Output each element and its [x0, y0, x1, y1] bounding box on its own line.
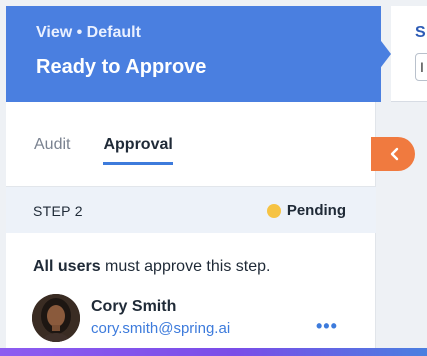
approver-row: Cory Smith cory.smith@spring.ai ••• [32, 294, 352, 344]
approver-name: Cory Smith [91, 298, 177, 315]
approval-rule: All users must approve this step. [33, 258, 270, 276]
approver-email[interactable]: cory.smith@spring.ai [91, 320, 230, 337]
avatar [32, 294, 80, 342]
chevron-left-icon [390, 147, 399, 161]
approval-rule-scope: All users [33, 258, 101, 275]
avatar-portrait-icon [32, 294, 80, 342]
right-panel-partial: S I [391, 6, 427, 102]
panel-tabs: Audit Approval [34, 136, 173, 165]
step-label: STEP 2 [33, 203, 83, 219]
status-text: Pending [286, 202, 346, 219]
header: View • Default Ready to Approve [6, 6, 381, 102]
status-title: Ready to Approve [36, 56, 207, 78]
header-pointer [375, 33, 391, 75]
right-panel-field[interactable]: I [415, 53, 427, 81]
more-options-button[interactable]: ••• [316, 316, 338, 337]
tab-approval[interactable]: Approval [103, 136, 173, 165]
approval-rule-text: must approve this step. [100, 258, 271, 275]
approval-panel: Audit Approval STEP 2 Pending All users … [6, 102, 376, 352]
step-header: STEP 2 Pending [6, 187, 376, 233]
tab-audit[interactable]: Audit [34, 136, 70, 165]
right-panel-label: S [415, 24, 426, 41]
bottom-gradient-bar [0, 348, 427, 356]
status-badge: Pending [266, 202, 346, 219]
collapse-panel-button[interactable] [371, 137, 415, 171]
approval-screen: View • Default Ready to Approve S I Audi… [0, 0, 427, 356]
status-dot-icon [266, 203, 281, 218]
view-label[interactable]: View • Default [36, 24, 141, 42]
